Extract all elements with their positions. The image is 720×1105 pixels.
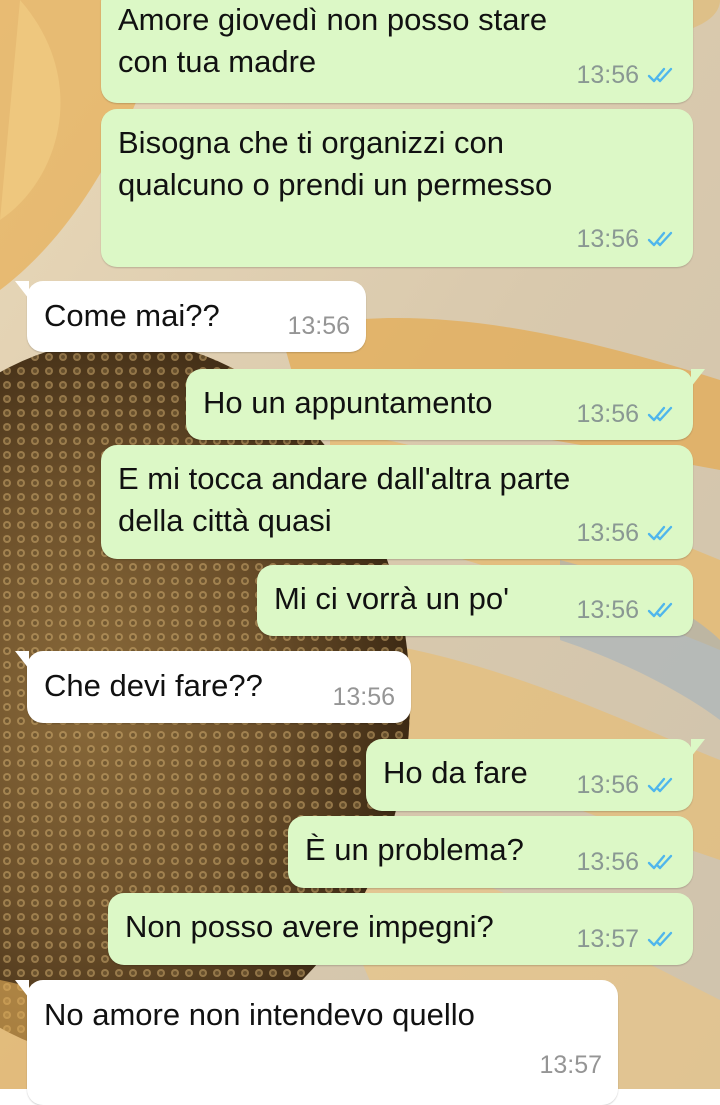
bubble-tail bbox=[691, 739, 705, 757]
message-time: 13:56 bbox=[576, 225, 639, 253]
message-time: 13:57 bbox=[576, 925, 639, 953]
outgoing-message[interactable]: E mi tocca andare dall'altra parte della… bbox=[101, 445, 693, 559]
message-text-line: Ho da fare bbox=[383, 755, 528, 790]
message-meta: 13:56 bbox=[576, 61, 677, 89]
incoming-message[interactable]: Che devi fare?? 13:56 bbox=[15, 651, 411, 723]
outgoing-message[interactable]: Ho da fare 13:56 bbox=[366, 739, 705, 811]
outgoing-message[interactable]: Amore giovedì non posso stare con tua ma… bbox=[101, 0, 693, 103]
outgoing-message[interactable]: Ho un appuntamento 13:56 bbox=[186, 369, 705, 440]
message-text-line: No amore non intendevo quello bbox=[44, 997, 475, 1032]
message-time: 13:56 bbox=[576, 848, 639, 876]
double-check-icon bbox=[647, 854, 673, 870]
double-check-icon bbox=[647, 777, 673, 793]
double-check-icon bbox=[647, 406, 673, 422]
message-text-line: Che devi fare?? bbox=[44, 668, 263, 703]
bubble-tail bbox=[691, 369, 705, 387]
chat-conversation: Amore giovedì non posso stare con tua ma… bbox=[0, 0, 720, 1105]
message-meta: 13:56 bbox=[576, 596, 677, 624]
message-meta: 13:56 bbox=[576, 519, 677, 547]
message-time: 13:56 bbox=[287, 312, 350, 340]
outgoing-message[interactable]: Non posso avere impegni? 13:57 bbox=[108, 893, 693, 965]
message-time: 13:56 bbox=[576, 771, 639, 799]
message-text-line: della città quasi bbox=[118, 503, 332, 538]
message-meta: 13:57 bbox=[539, 1051, 602, 1079]
message-time: 13:56 bbox=[576, 596, 639, 624]
bubble-tail bbox=[15, 651, 29, 669]
double-check-icon bbox=[647, 931, 673, 947]
double-check-icon bbox=[647, 67, 673, 83]
incoming-message[interactable]: No amore non intendevo quello 13:57 bbox=[15, 980, 618, 1105]
message-text-line: con tua madre bbox=[118, 44, 317, 79]
message-text-line: E mi tocca andare dall'altra parte bbox=[118, 461, 571, 496]
message-meta: 13:56 bbox=[576, 400, 677, 428]
bubble-tail bbox=[15, 980, 29, 998]
outgoing-message[interactable]: Mi ci vorrà un po' 13:56 bbox=[257, 565, 693, 636]
message-meta: 13:57 bbox=[576, 925, 677, 953]
message-time: 13:56 bbox=[332, 683, 395, 711]
message-text-line: Ho un appuntamento bbox=[203, 385, 493, 420]
outgoing-message[interactable]: È un problema? 13:56 bbox=[288, 816, 693, 888]
double-check-icon bbox=[647, 231, 673, 247]
bubble-tail bbox=[15, 281, 29, 299]
message-meta: 13:56 bbox=[576, 771, 677, 799]
message-text-line: qualcuno o prendi un permesso bbox=[118, 167, 553, 202]
double-check-icon bbox=[647, 525, 673, 541]
message-meta: 13:56 bbox=[287, 312, 350, 340]
message-text-line: Come mai?? bbox=[44, 298, 220, 333]
message-text-line: Non posso avere impegni? bbox=[125, 909, 494, 944]
message-time: 13:56 bbox=[576, 61, 639, 89]
message-meta: 13:56 bbox=[576, 225, 677, 253]
message-text-line: Bisogna che ti organizzi con bbox=[118, 125, 505, 160]
message-meta: 13:56 bbox=[576, 848, 677, 876]
message-time: 13:57 bbox=[539, 1051, 602, 1079]
double-check-icon bbox=[647, 602, 673, 618]
message-time: 13:56 bbox=[576, 519, 639, 547]
message-text-line: Amore giovedì non posso stare bbox=[118, 2, 548, 37]
message-text-line: È un problema? bbox=[305, 832, 524, 867]
message-meta: 13:56 bbox=[332, 683, 395, 711]
message-time: 13:56 bbox=[576, 400, 639, 428]
message-text-line: Mi ci vorrà un po' bbox=[274, 581, 510, 616]
outgoing-message[interactable]: Bisogna che ti organizzi con qualcuno o … bbox=[101, 109, 693, 267]
incoming-message[interactable]: Come mai?? 13:56 bbox=[15, 281, 366, 352]
